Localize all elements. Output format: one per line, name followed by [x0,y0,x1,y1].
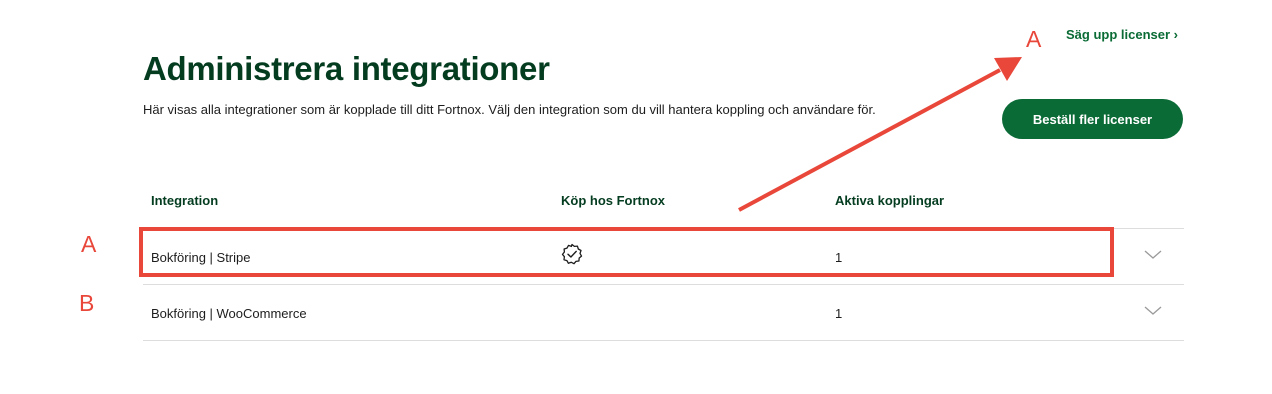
table-header: Integration Köp hos Fortnox Aktiva koppl… [143,180,1184,229]
column-header-bought-via-fortnox: Köp hos Fortnox [561,193,665,208]
order-more-licenses-button[interactable]: Beställ fler licenser [1002,99,1183,139]
chevron-down-icon[interactable] [1143,304,1163,318]
page-title: Administrera integrationer [143,50,550,87]
integration-name: Bokföring | Stripe [151,250,251,265]
chevron-down-icon[interactable] [1143,248,1163,262]
verified-check-icon [561,243,583,265]
annotation-marker-a: A [81,231,97,257]
annotation-marker-a: A [1026,26,1042,52]
column-header-active-connections: Aktiva kopplingar [835,193,945,208]
table-row[interactable]: Bokföring | WooCommerce 1 [143,285,1184,341]
column-header-integration: Integration [151,193,219,208]
annotation-marker-b: B [79,290,95,316]
page: Säg upp licenser › Administrera integrat… [0,0,1272,394]
integration-name: Bokföring | WooCommerce [151,306,307,321]
annotation-arrowhead [994,57,1022,81]
active-connections-count: 1 [835,306,843,321]
table-row[interactable]: Bokföring | Stripe 1 [143,229,1184,285]
active-connections-count: 1 [835,250,843,265]
cancel-licenses-link[interactable]: Säg upp licenser › [1066,27,1178,42]
page-description: Här visas alla integrationer som är kopp… [143,102,876,117]
integrations-table: Integration Köp hos Fortnox Aktiva koppl… [143,180,1184,341]
